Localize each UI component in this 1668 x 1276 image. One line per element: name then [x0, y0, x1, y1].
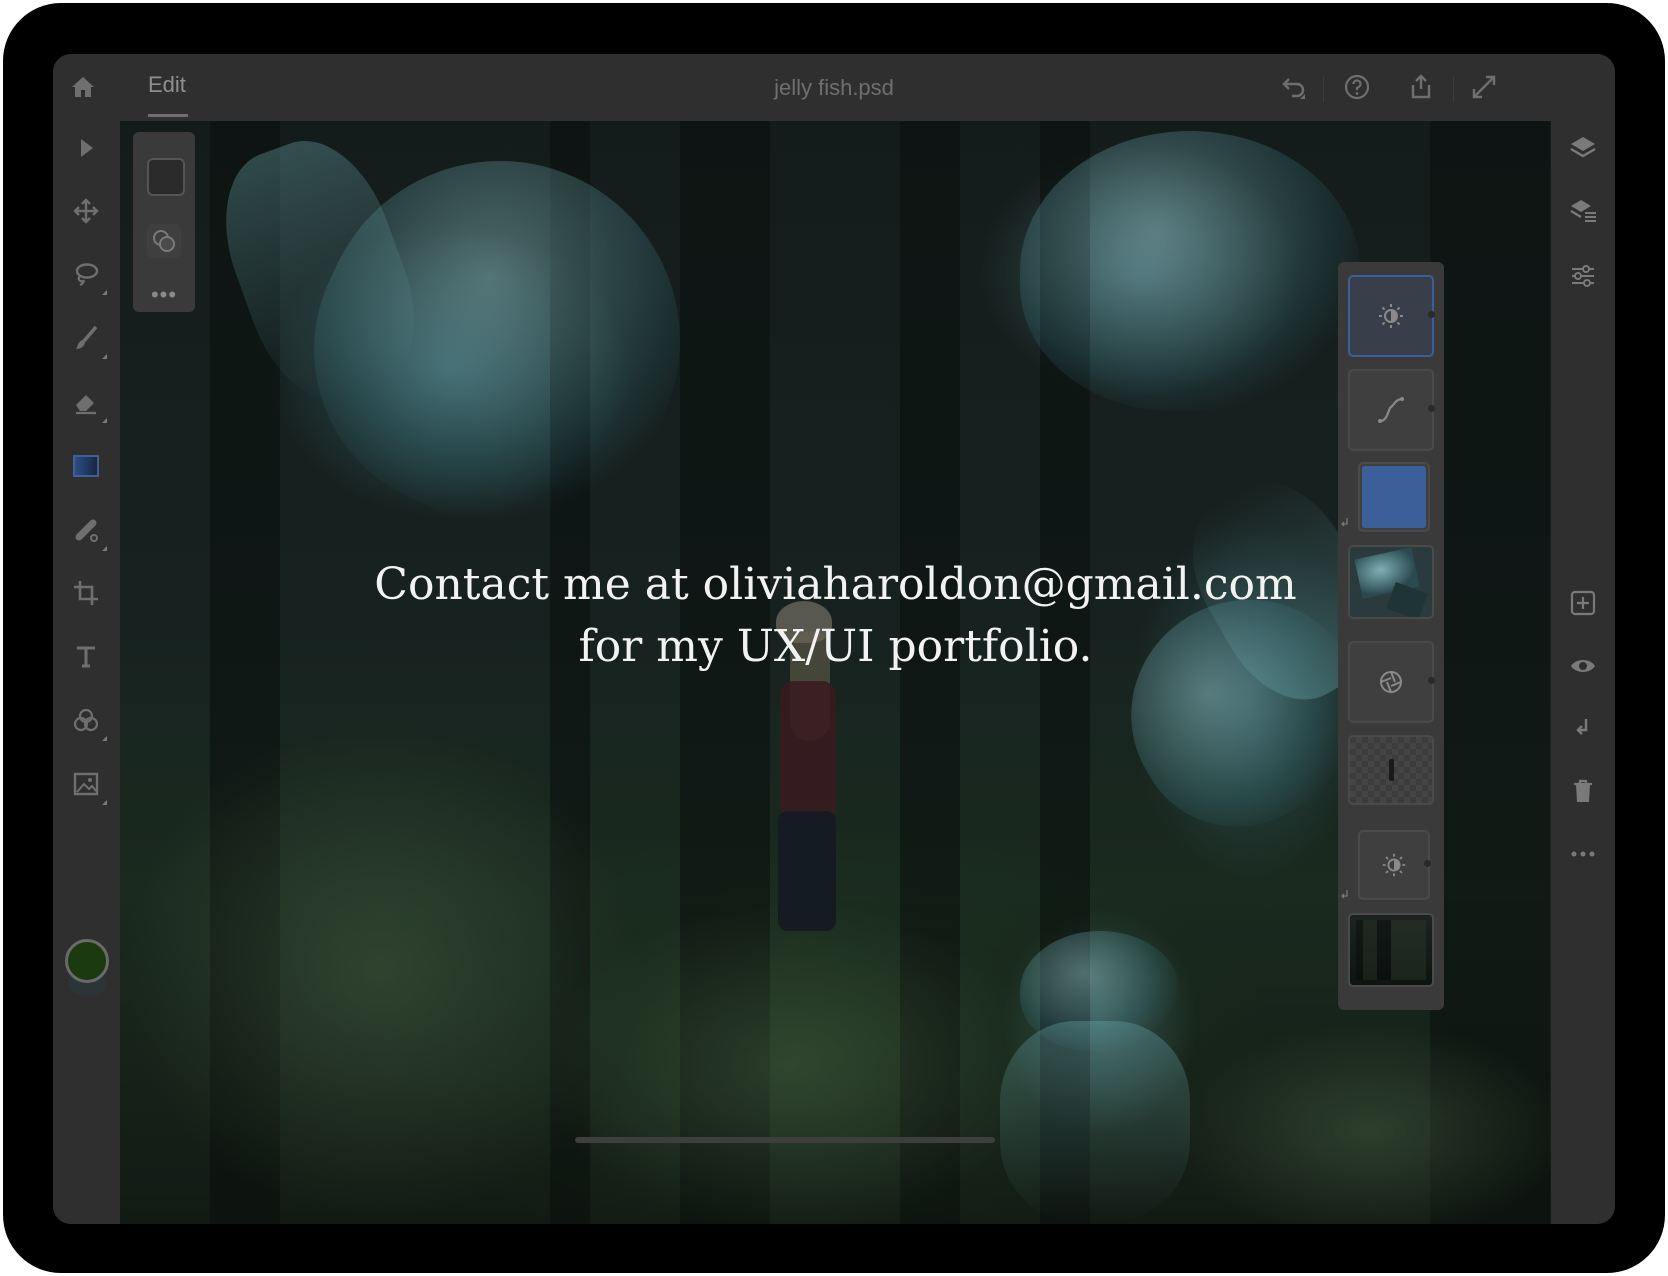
- layer-forest-background[interactable]: [1348, 913, 1434, 987]
- toolbar-divider: [1323, 76, 1324, 102]
- tool-group-indicator: [102, 418, 107, 423]
- contact-message: Contact me at oliviaharoldon@gmail.com f…: [120, 554, 1551, 678]
- contact-message-line2: for my UX/UI portfolio.: [578, 621, 1093, 672]
- left-toolbar: [53, 121, 120, 1224]
- tool-group-indicator: [102, 800, 107, 805]
- brush-tool-icon[interactable]: [69, 321, 107, 359]
- tool-group-indicator: [102, 546, 107, 551]
- top-bar: Edit jelly fish.psd: [53, 54, 1615, 121]
- tool-color-swatch[interactable]: [147, 158, 185, 196]
- layer-brightness-adjustment[interactable]: [1348, 275, 1435, 357]
- visibility-icon[interactable]: [1568, 651, 1598, 681]
- foreground-color-swatch[interactable]: [65, 939, 109, 983]
- type-tool-icon[interactable]: [69, 639, 103, 673]
- tool-group-indicator: [102, 290, 107, 295]
- gradient-tool-icon[interactable]: [69, 449, 103, 483]
- undo-icon[interactable]: [1278, 71, 1310, 103]
- layer-person-cutout[interactable]: [1348, 735, 1434, 805]
- healing-tool-icon[interactable]: [69, 513, 107, 551]
- adjustment-tool-icon[interactable]: [69, 703, 107, 741]
- brightness-icon: [1379, 304, 1403, 328]
- tool-group-indicator: [102, 736, 107, 741]
- merge-down-icon[interactable]: [1568, 713, 1598, 743]
- layer-curves-adjustment[interactable]: [1348, 369, 1435, 451]
- color-fill-thumbnail: [1362, 466, 1426, 528]
- add-layer-icon[interactable]: [1568, 588, 1598, 618]
- tool-group-indicator: [102, 354, 107, 359]
- eraser-tool-icon[interactable]: [69, 385, 107, 423]
- layer-brightness-adjustment[interactable]: [1358, 830, 1431, 900]
- curves-icon: [1378, 397, 1404, 423]
- place-image-tool-icon[interactable]: [69, 767, 107, 805]
- move-tool-icon[interactable]: [69, 194, 103, 228]
- more-icon[interactable]: [1568, 839, 1598, 869]
- tool-options-panel: •••: [133, 132, 195, 312]
- layer-properties-icon[interactable]: [1568, 196, 1598, 226]
- clipping-mask-icon: [1341, 890, 1348, 899]
- select-tool-icon[interactable]: [69, 131, 103, 165]
- tab-edit-indicator: [148, 114, 188, 117]
- blend-mode-icon[interactable]: [147, 224, 181, 258]
- contact-message-line1: Contact me at oliviaharoldon@gmail.com: [374, 559, 1297, 610]
- brightness-icon: [1382, 853, 1406, 877]
- lasso-tool-icon[interactable]: [69, 257, 107, 295]
- document-title: jelly fish.psd: [774, 75, 894, 100]
- expand-icon[interactable]: [1468, 71, 1500, 103]
- clipping-mask-icon: [1341, 518, 1348, 527]
- delete-icon[interactable]: [1568, 776, 1598, 806]
- ferns: [1170, 1021, 1551, 1224]
- person-thumbnail: [1388, 759, 1394, 781]
- ferns: [540, 901, 1040, 1224]
- help-icon[interactable]: [1341, 71, 1373, 103]
- layer-color-fill[interactable]: [1358, 462, 1430, 532]
- adjustments-icon[interactable]: [1568, 261, 1598, 291]
- layers-icon[interactable]: [1568, 133, 1598, 163]
- toolbar-divider: [1453, 76, 1454, 102]
- app-screen: Edit jelly fish.psd ••• Contact me at ol…: [53, 54, 1615, 1224]
- jellyfish: [1020, 131, 1360, 411]
- more-options-icon[interactable]: •••: [143, 282, 185, 308]
- home-indicator[interactable]: [575, 1137, 995, 1143]
- crop-tool-icon[interactable]: [69, 576, 103, 610]
- right-toolbar: [1551, 121, 1615, 1224]
- forest-thumbnail: [1356, 920, 1426, 980]
- share-icon[interactable]: [1405, 71, 1437, 103]
- tablet-frame: Edit jelly fish.psd ••• Contact me at ol…: [3, 3, 1665, 1273]
